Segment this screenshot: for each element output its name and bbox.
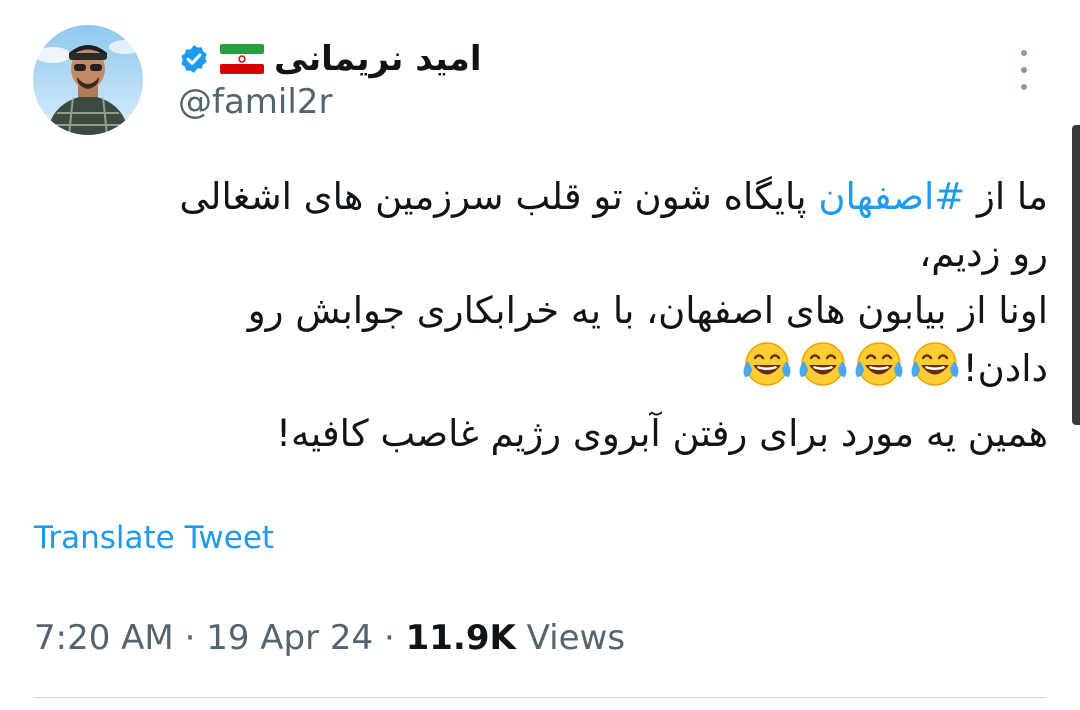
- tweet-line-4-text: دادن!: [962, 347, 1048, 390]
- author-display-name[interactable]: امید نریمانی: [274, 39, 481, 79]
- verified-badge-icon: [178, 43, 210, 75]
- iran-flag-icon: [220, 44, 264, 74]
- tweet-line-4: دادن!: [34, 339, 1048, 405]
- tweet-line-5: همین یه مورد برای رفتن آبروی رژیم غاصب ک…: [276, 412, 1048, 455]
- hashtag-link[interactable]: #اصفهان: [818, 175, 965, 218]
- meta-separator: ·: [373, 618, 406, 658]
- tweet-card: امید نریمانی @famil2r ما از #اصفهان پایگ…: [0, 0, 1080, 710]
- face-with-tears-of-joy-icon: [740, 339, 794, 389]
- face-with-tears-of-joy-icon: [852, 339, 906, 389]
- author-handle[interactable]: @famil2r: [178, 82, 332, 122]
- tweet-line-1-suffix: پایگاه شون تو قلب سرزمین های اشغالی: [179, 175, 819, 218]
- face-with-tears-of-joy-icon: [796, 339, 850, 389]
- face-with-tears-of-joy-icon: [908, 339, 962, 389]
- divider: [34, 697, 1046, 698]
- tweet-date[interactable]: 19 Apr 24: [206, 618, 373, 658]
- scrollbar[interactable]: [1072, 125, 1080, 425]
- translate-tweet-link[interactable]: Translate Tweet: [34, 520, 274, 556]
- more-options-icon[interactable]: [1012, 50, 1036, 90]
- tweet-line-2: رو زدیم،: [919, 232, 1048, 275]
- tweet-meta: 7:20 AM · 19 Apr 24 · 11.9K Views: [34, 618, 625, 658]
- tweet-line-1: ما از #اصفهان پایگاه شون تو قلب سرزمین ه…: [34, 168, 1048, 225]
- views-label: Views: [515, 618, 626, 658]
- meta-separator: ·: [173, 618, 207, 658]
- avatar[interactable]: [33, 25, 143, 135]
- emoji-group: [739, 339, 963, 405]
- tweet-time[interactable]: 7:20 AM: [34, 618, 174, 658]
- tweet-line-1-prefix: ما از: [965, 175, 1048, 218]
- views-count: 11.9K: [405, 618, 516, 658]
- author-name-row: امید نریمانی: [178, 36, 481, 82]
- tweet-text: ما از #اصفهان پایگاه شون تو قلب سرزمین ه…: [34, 168, 1048, 462]
- tweet-line-3: اونا از بیابون های اصفهان، با یه خرابکار…: [247, 289, 1048, 332]
